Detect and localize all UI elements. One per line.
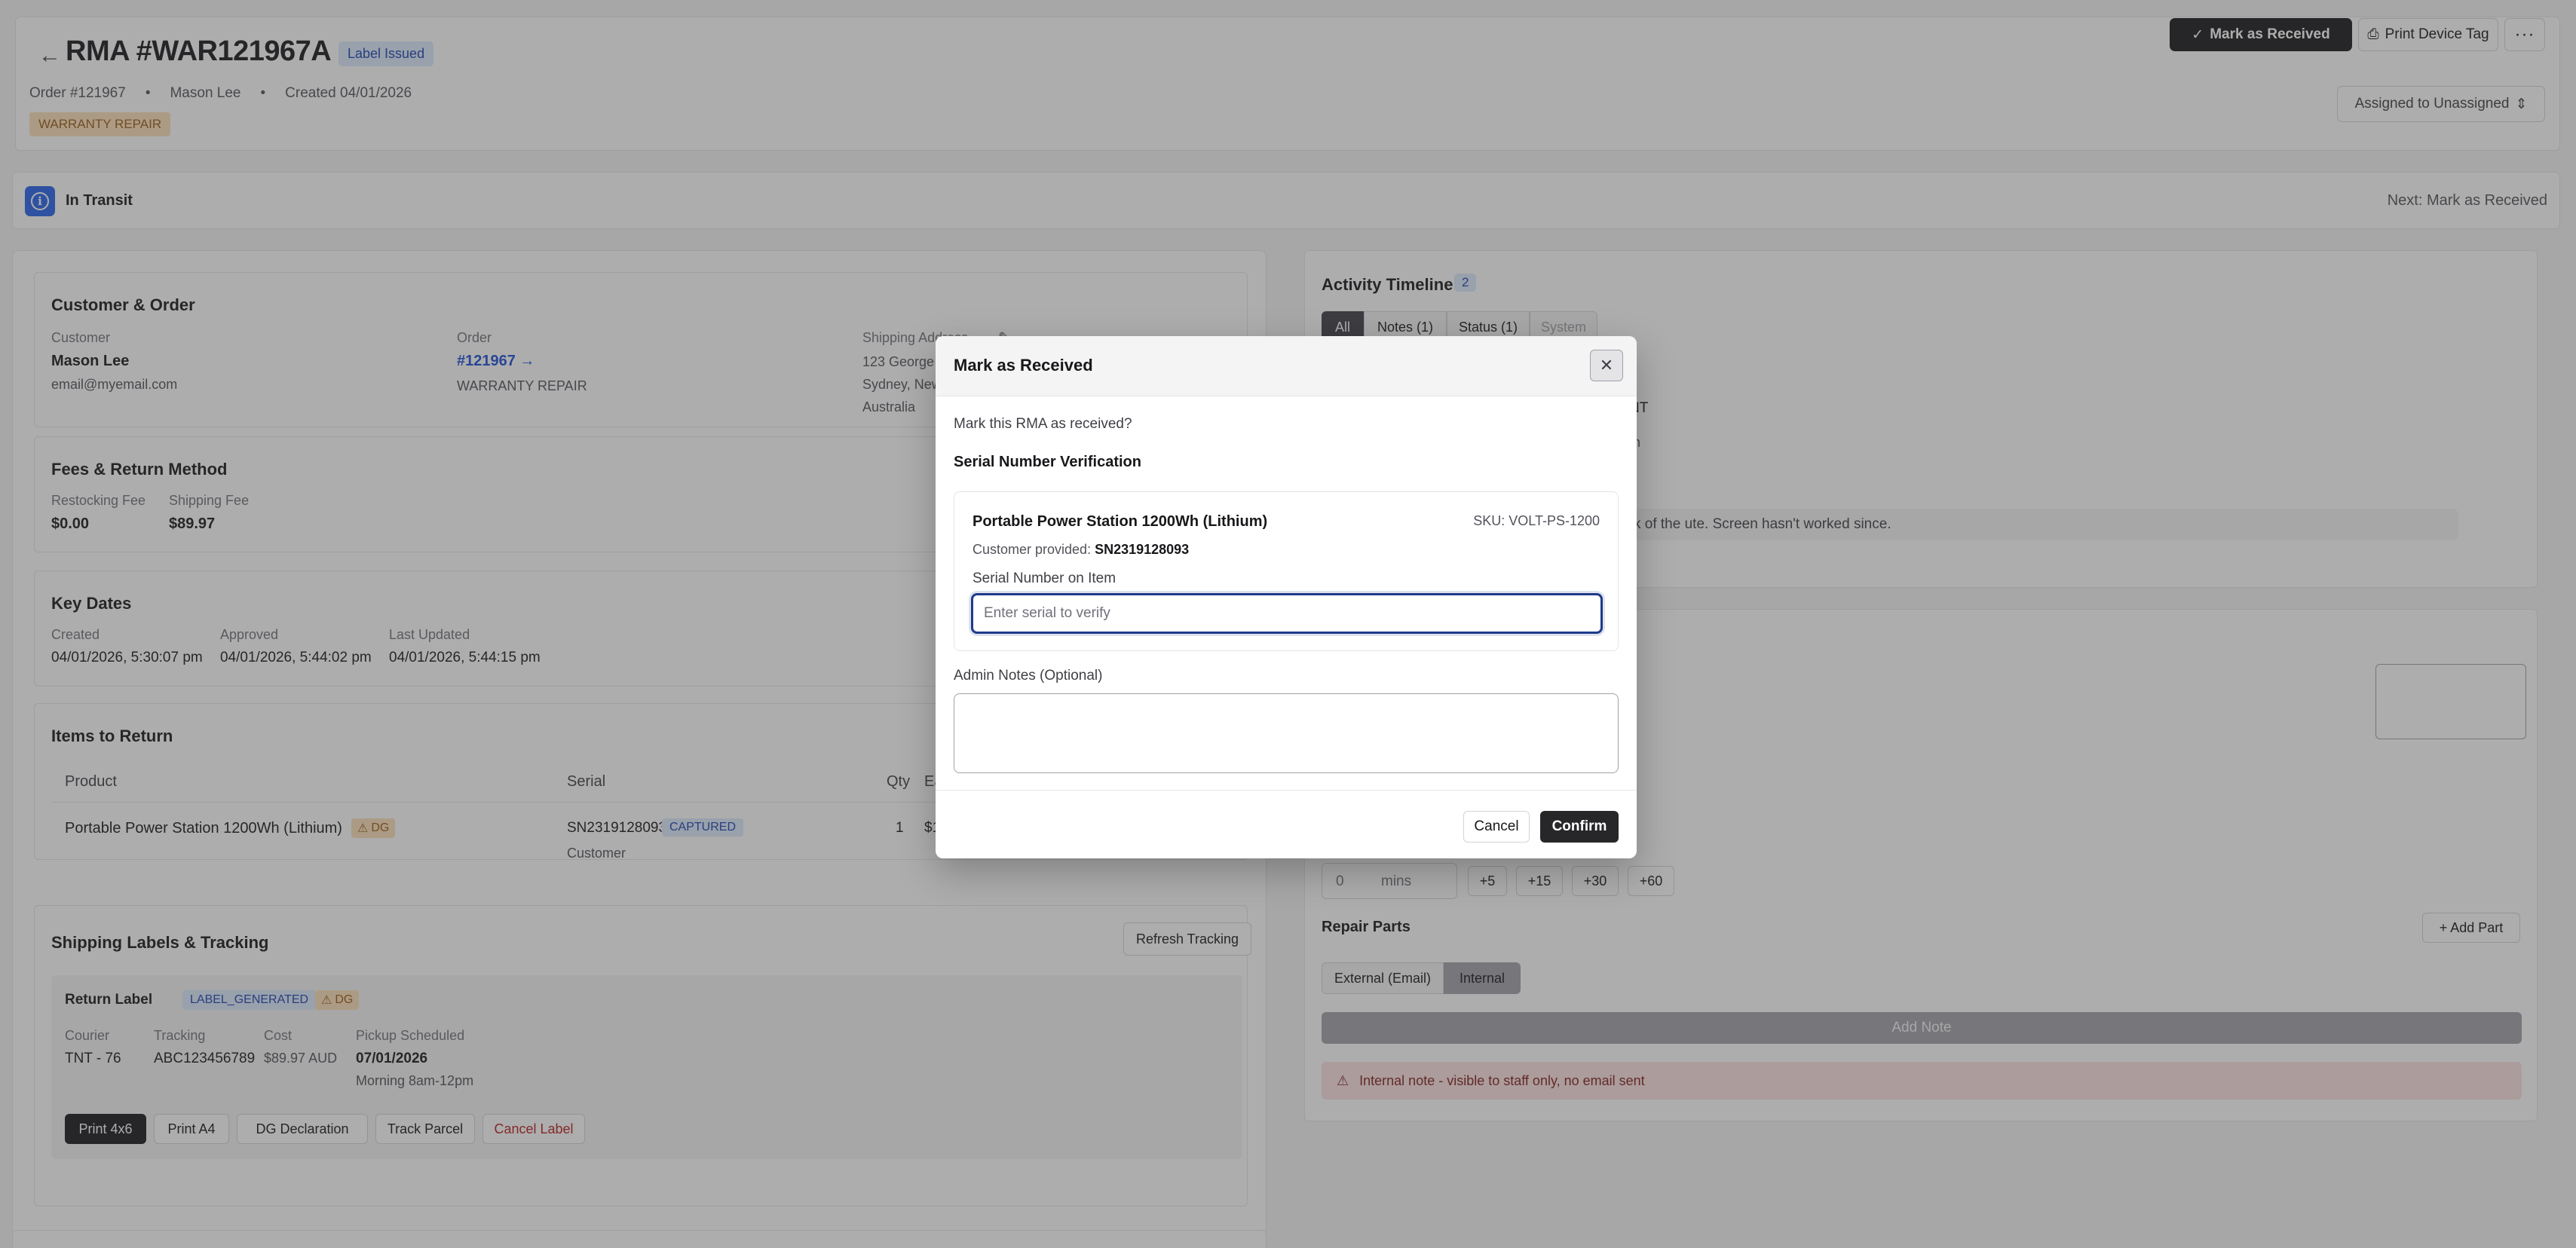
dialog-footer-divider <box>936 790 1637 791</box>
dialog-title: Mark as Received <box>954 356 1093 375</box>
confirm-button[interactable]: Confirm <box>1540 811 1619 843</box>
customer-provided-serial: Customer provided: SN2319128093 <box>973 542 1190 557</box>
product-sku: SKU: VOLT-PS-1200 <box>1473 513 1600 528</box>
admin-notes-textarea[interactable] <box>954 693 1619 773</box>
close-icon[interactable]: ✕ <box>1590 350 1623 381</box>
serial-verification-title: Serial Number Verification <box>954 454 1141 470</box>
product-name: Portable Power Station 1200Wh (Lithium) <box>973 513 1268 530</box>
mark-received-dialog: Mark as Received ✕ Mark this RMA as rece… <box>936 336 1637 858</box>
serial-field-label: Serial Number on Item <box>973 570 1116 586</box>
serial-verification-box: Portable Power Station 1200Wh (Lithium) … <box>954 491 1619 651</box>
rma-detail-page: ← RMA #WAR121967A Label Issued Order #12… <box>0 0 2576 1248</box>
dialog-header: Mark as Received ✕ <box>936 336 1637 396</box>
admin-notes-label: Admin Notes (Optional) <box>954 668 1103 684</box>
cancel-button[interactable]: Cancel <box>1463 811 1530 843</box>
dialog-question: Mark this RMA as received? <box>954 416 1132 432</box>
serial-input[interactable] <box>971 593 1603 634</box>
